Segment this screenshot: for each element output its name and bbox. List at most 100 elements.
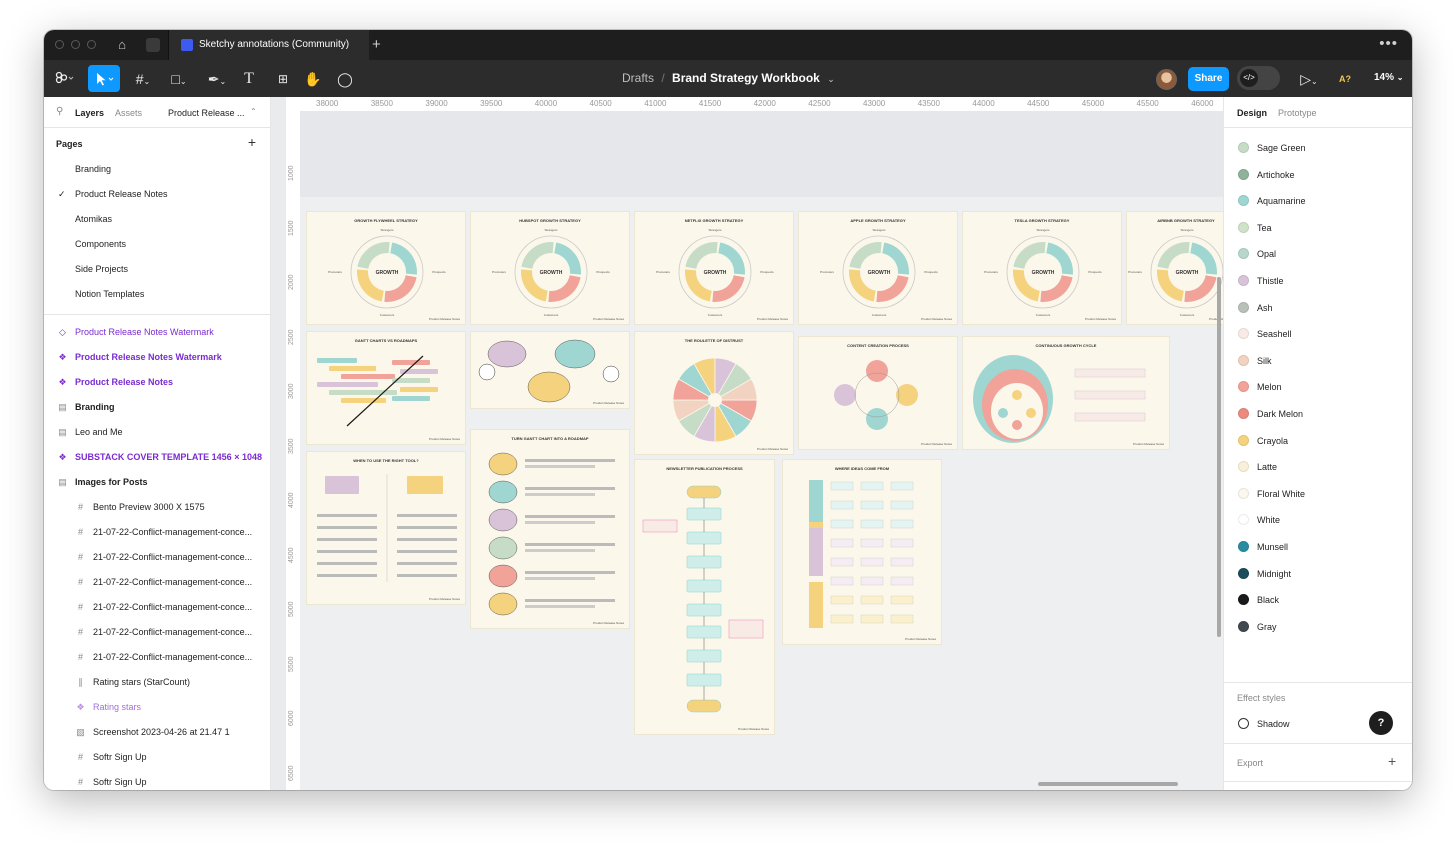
layer-row[interactable]: # Bento Preview 3000 X 1575 — [44, 495, 270, 520]
color-style-item[interactable]: Opal — [1238, 246, 1408, 264]
canvas[interactable]: 38000 38500 39000 39500 40000 40500 41000 41500… — [286, 97, 1223, 790]
color-style-item[interactable]: Floral White — [1238, 486, 1408, 504]
color-style-item[interactable]: Melon — [1238, 379, 1408, 397]
layer-row[interactable]: ∥ Rating stars (StarCount) — [44, 670, 270, 695]
frame-tool-button[interactable]: #⌄ — [130, 70, 156, 88]
page-selector[interactable]: Product Release ... — [168, 108, 245, 118]
color-style-item[interactable]: Midnight — [1238, 566, 1408, 584]
zoom-window-button[interactable] — [87, 40, 96, 49]
vertical-scrollbar[interactable] — [1217, 277, 1221, 637]
page-item[interactable]: Atomikas — [75, 214, 112, 224]
color-style-item[interactable]: Seashell — [1238, 326, 1408, 344]
add-export-button[interactable]: + — [1388, 753, 1396, 769]
dev-mode-toggle[interactable]: </> — [1237, 66, 1280, 90]
canvas-frame[interactable]: THE ROULETTE OF DISTRUST Product Release … — [634, 331, 794, 455]
layer-row[interactable]: #21-07-22-Conflict-management-conce... — [44, 595, 270, 620]
horizontal-scrollbar[interactable] — [1038, 782, 1178, 786]
color-style-item[interactable]: Dark Melon — [1238, 406, 1408, 424]
canvas-frame[interactable]: AIRBNB GROWTH STRATEGYGROWTHStrangersPro… — [1126, 211, 1223, 325]
layer-row[interactable]: ▤ Images for Posts — [44, 470, 270, 495]
main-menu-icon[interactable] — [53, 70, 75, 88]
more-options-icon[interactable]: ••• — [1379, 35, 1398, 52]
layer-row[interactable]: ❖ Product Release Notes — [44, 370, 270, 395]
resources-button[interactable]: ⊞ — [274, 70, 292, 88]
color-style-item[interactable]: Artichoke — [1238, 167, 1408, 185]
layer-row[interactable]: #21-07-22-Conflict-management-conce... — [44, 570, 270, 595]
file-menu-chevron-icon[interactable]: ⌄ — [827, 74, 835, 84]
color-style-item[interactable]: Black — [1238, 592, 1408, 610]
canvas-content[interactable]: GROWTH FLYWHEEL STRATEGY GROWTH Strangers P… — [300, 111, 1223, 790]
color-style-item[interactable]: White — [1238, 512, 1408, 530]
canvas-frame[interactable]: WHERE IDEAS COME FROM Product Release Not… — [782, 459, 942, 645]
color-style-item[interactable]: Crayola — [1238, 433, 1408, 451]
canvas-frame[interactable]: CONTENT CREATION PROCESS Product Release … — [798, 336, 958, 450]
page-item[interactable]: Components — [75, 239, 126, 249]
minimize-window-button[interactable] — [71, 40, 80, 49]
comment-tool-button[interactable]: ◯ — [336, 70, 354, 88]
canvas-frame[interactable]: HUBSPOT GROWTH STRATEGY GROWTH Strangers Pr… — [470, 211, 630, 325]
color-style-item[interactable]: Ash — [1238, 300, 1408, 318]
page-item[interactable]: Product Release Notes — [75, 189, 168, 199]
canvas-frame[interactable]: GANTT CHARTS VS ROADMAPS Product Release … — [306, 331, 466, 445]
layer-row[interactable]: ❖ SUBSTACK COVER TEMPLATE 1456 × 1048 — [44, 445, 270, 470]
layer-row[interactable]: ▤ Leo and Me — [44, 420, 270, 445]
help-button[interactable]: ? — [1369, 711, 1393, 735]
canvas-frame[interactable]: GROWTH FLYWHEEL STRATEGY GROWTH Strangers P… — [306, 211, 466, 325]
layer-row[interactable]: # Softr Sign Up — [44, 770, 270, 790]
canvas-frame[interactable]: APPLE GROWTH STRATEGY GROWTH Strangers Pros… — [798, 211, 958, 325]
layer-row[interactable]: ❖ Rating stars — [44, 695, 270, 720]
color-style-item[interactable]: Tea — [1238, 220, 1408, 238]
page-item[interactable]: Branding — [75, 164, 111, 174]
layer-row[interactable]: #21-07-22-Conflict-management-conce... — [44, 545, 270, 570]
color-style-item[interactable]: Gray — [1238, 619, 1408, 637]
shape-tool-button[interactable]: □⌄ — [166, 70, 192, 88]
new-tab-button[interactable]: + — [372, 36, 381, 53]
move-tool-button[interactable] — [88, 65, 120, 92]
layer-row[interactable]: ▤ Branding — [44, 395, 270, 420]
user-avatar[interactable] — [1156, 69, 1177, 90]
hand-tool-button[interactable]: ✋ — [304, 70, 322, 88]
color-style-item[interactable]: Sage Green — [1238, 140, 1408, 158]
present-button[interactable]: ▷⌄ — [1296, 70, 1322, 88]
tab-layers[interactable]: Layers — [75, 108, 104, 118]
tab-design[interactable]: Design — [1237, 108, 1267, 118]
tab-assets[interactable]: Assets — [115, 108, 142, 118]
canvas-frame[interactable]: TESLA GROWTH STRATEGY GROWTH Strangers Pros… — [962, 211, 1122, 325]
text-tool-button[interactable]: T — [240, 70, 258, 88]
pen-tool-button[interactable]: ✒⌄ — [204, 70, 230, 88]
search-icon[interactable]: ⚲ — [56, 106, 63, 117]
layer-row[interactable]: #21-07-22-Conflict-management-conce... — [44, 620, 270, 645]
add-page-button[interactable]: + — [248, 134, 256, 150]
share-button[interactable]: Share — [1188, 67, 1229, 91]
color-style-item[interactable]: Latte — [1238, 459, 1408, 477]
color-style-item[interactable]: Munsell — [1238, 539, 1408, 557]
pen-icon: ✒ — [207, 71, 220, 87]
page-item[interactable]: Notion Templates — [75, 289, 144, 299]
file-browser-tab-icon[interactable] — [146, 38, 160, 52]
color-style-item[interactable]: Thistle — [1238, 273, 1408, 291]
layer-row[interactable]: ◇ Product Release Notes Watermark — [44, 320, 270, 345]
file-tab[interactable]: Sketchy annotations (Community) — [168, 30, 369, 60]
home-icon[interactable]: ⌂ — [114, 37, 130, 53]
canvas-frame[interactable]: CONTINUOUS GROWTH CYCLE Product Release N… — [962, 336, 1170, 450]
page-item[interactable]: Side Projects — [75, 264, 128, 274]
canvas-frame[interactable]: WHEN TO USE THE RIGHT TOOL? Product Relea… — [306, 451, 466, 605]
layer-row[interactable]: #21-07-22-Conflict-management-conce... — [44, 520, 270, 545]
breadcrumb-folder[interactable]: Drafts — [622, 71, 654, 85]
layer-row[interactable]: ▧ Screenshot 2023-04-26 at 21.47 1 — [44, 720, 270, 745]
zoom-level[interactable]: 14% ⌄ — [1374, 72, 1404, 83]
layer-row[interactable]: # Softr Sign Up — [44, 745, 270, 770]
chevron-up-icon[interactable]: ⌃ — [250, 107, 257, 116]
color-style-item[interactable]: Aquamarine — [1238, 193, 1408, 211]
accessibility-check-button[interactable]: A? — [1336, 70, 1354, 88]
close-window-button[interactable] — [55, 40, 64, 49]
tab-prototype[interactable]: Prototype — [1278, 108, 1317, 118]
layer-row[interactable]: #21-07-22-Conflict-management-conce... — [44, 645, 270, 670]
layer-row[interactable]: ❖ Product Release Notes Watermark — [44, 345, 270, 370]
canvas-frame[interactable]: Product Release Notes — [470, 331, 630, 409]
file-name[interactable]: Brand Strategy Workbook — [672, 71, 820, 85]
canvas-frame[interactable]: NEWSLETTER PUBLICATION PROCESS Product Re… — [634, 459, 775, 735]
color-style-item[interactable]: Silk — [1238, 353, 1408, 371]
canvas-frame[interactable]: NETFLIX GROWTH STRATEGY GROWTH Strangers Pr… — [634, 211, 794, 325]
canvas-frame[interactable]: TURN GANTT CHART INTO A ROADMAP Product R… — [470, 429, 630, 629]
